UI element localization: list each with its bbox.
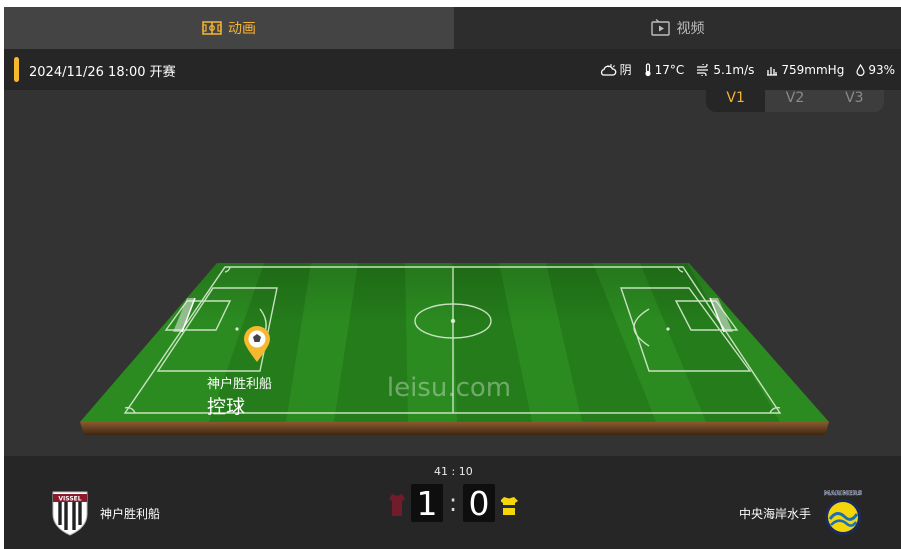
weather-condition: 阴 — [619, 63, 632, 77]
home-score: 1 — [411, 484, 443, 522]
watermark: leisu.com — [387, 373, 511, 403]
score-bar: VISSEL 神户胜利船 41 : 10 1 : 0 中央海岸水手 MARINE… — [4, 456, 901, 549]
tab-video-label: 视频 — [676, 21, 705, 37]
cloudy-icon — [599, 63, 617, 77]
home-team-name: 神户胜利船 — [100, 507, 161, 521]
view-tab-v1[interactable]: V1 — [706, 90, 766, 112]
away-team: 中央海岸水手 MARINERS — [739, 487, 865, 540]
pressure-icon — [766, 64, 778, 76]
away-team-name: 中央海岸水手 — [738, 507, 811, 521]
humidity-icon — [856, 63, 865, 76]
tab-animation-label: 动画 — [228, 21, 256, 37]
possession-team: 神户胜利船 — [207, 376, 272, 392]
media-tabs: 动画 视频 — [4, 7, 901, 49]
svg-text:MARINERS: MARINERS — [824, 489, 863, 497]
pressure-value: 759mmHg — [781, 62, 845, 77]
pitch-icon — [202, 21, 222, 35]
view-tab-v3[interactable]: V3 — [825, 90, 884, 112]
video-play-icon — [650, 19, 671, 37]
center-spot — [450, 318, 456, 324]
thermometer-icon — [644, 62, 652, 77]
away-kit-icon — [500, 496, 519, 520]
wind-value: 5.1m/s — [713, 62, 755, 77]
match-widget: 动画 视频 2024/11/26 18:00 开赛 阴 17°C 5.1m/s … — [4, 7, 901, 549]
humidity-value: 93% — [868, 62, 895, 77]
home-team: VISSEL 神户胜利船 — [50, 488, 160, 539]
away-team-logo: MARINERS — [821, 487, 865, 540]
weather-info: 阴 17°C 5.1m/s 759mmHg 93% — [599, 61, 895, 78]
penalty-spot-right — [666, 327, 670, 331]
home-team-logo: VISSEL — [50, 488, 90, 539]
pitch-soil-edge — [80, 422, 829, 435]
view-switcher: V1 V2 V3 — [706, 90, 884, 112]
pitch-graphic: leisu.com 神户胜利船 控球 — [80, 263, 829, 435]
away-score: 0 — [463, 484, 495, 522]
temperature-value: 17°C — [654, 62, 685, 77]
wind-icon — [696, 63, 710, 76]
tab-video[interactable]: 视频 — [454, 7, 901, 49]
match-clock: 41 : 10 — [434, 465, 473, 478]
possession-label: 控球 — [207, 396, 245, 418]
penalty-spot-left — [235, 327, 239, 331]
score-separator: : — [449, 489, 458, 517]
match-info-bar: 2024/11/26 18:00 开赛 阴 17°C 5.1m/s 759mmH… — [4, 49, 901, 90]
tab-animation[interactable]: 动画 — [4, 7, 454, 49]
accent-bar — [14, 57, 19, 82]
animation-stage: leisu.com 神户胜利船 控球 V1 V2 V3 — [4, 90, 901, 456]
svg-text:VISSEL: VISSEL — [58, 496, 81, 503]
home-kit-icon — [388, 492, 406, 522]
kickoff-time: 2024/11/26 18:00 开赛 — [29, 65, 176, 80]
view-tab-v2[interactable]: V2 — [765, 90, 824, 112]
